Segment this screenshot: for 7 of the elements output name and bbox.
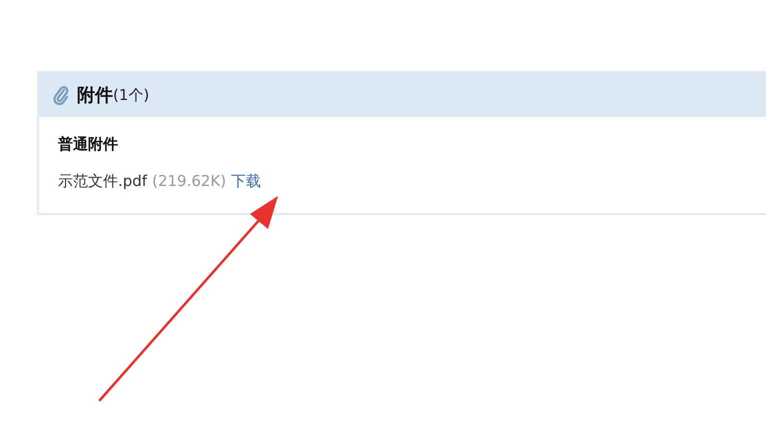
- section-title: 普通附件: [58, 135, 119, 154]
- panel-title: 附件: [77, 84, 113, 107]
- attachment-count: (1个): [113, 86, 150, 104]
- file-name: 示范文件.pdf: [58, 172, 148, 191]
- paperclip-icon: [53, 85, 69, 105]
- file-size: (219.62K): [152, 172, 226, 191]
- download-link[interactable]: 下载: [231, 172, 262, 191]
